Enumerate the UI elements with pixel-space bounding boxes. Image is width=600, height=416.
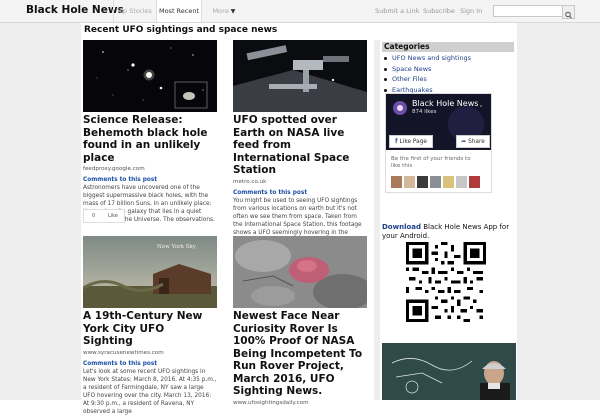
facebook-page-widget: Black Hole News 874 likes f Like Page ➦ …: [385, 93, 492, 193]
avatar[interactable]: [469, 176, 480, 188]
site-logo-title[interactable]: Black Hole News: [26, 4, 124, 16]
share-icon: ➦: [461, 138, 467, 145]
avatar[interactable]: [443, 176, 454, 188]
category-ufo-news[interactable]: UFO News and sightings: [383, 53, 471, 64]
comments-link[interactable]: Comments to this post: [83, 361, 217, 367]
facebook-friends-text: Be the first of your friends to like thi…: [391, 156, 471, 169]
post-source[interactable]: feedproxy.google.com: [83, 166, 217, 172]
post-source[interactable]: metro.co.uk: [233, 179, 367, 185]
post-title[interactable]: Newest Face Near Curiosity Rover Is 100%…: [233, 310, 367, 398]
avatar[interactable]: [430, 176, 441, 188]
left-gutter: [0, 23, 81, 400]
comments-link[interactable]: Comments to this post: [233, 190, 367, 196]
post-image-galaxy[interactable]: [83, 40, 217, 112]
post-card: UFO spotted over Earth on NASA live feed…: [233, 40, 367, 237]
submit-link[interactable]: Submit a Link: [375, 0, 419, 22]
sign-in-link[interactable]: Sign In: [460, 0, 482, 22]
post-card: Newest Face Near Curiosity Rover Is 100%…: [233, 236, 367, 406]
app-download-text: Download Black Hole News App for your An…: [382, 223, 512, 241]
category-space-news[interactable]: Space News: [383, 64, 471, 75]
post-title[interactable]: Science Release: Behemoth black hole fou…: [83, 114, 217, 164]
post-title[interactable]: UFO spotted over Earth on NASA live feed…: [233, 114, 367, 177]
right-gutter: [517, 23, 600, 400]
facebook-page-name[interactable]: Black Hole News: [412, 99, 478, 108]
image-caption: New York Sky: [157, 244, 197, 250]
chevron-down-icon: ▼: [230, 8, 236, 15]
post-source[interactable]: www.syracusenewtimes.com: [83, 350, 217, 356]
post-card: Science Release: Behemoth black hole fou…: [83, 40, 217, 224]
share-label: Share: [468, 139, 485, 145]
facebook-icon: f: [395, 138, 398, 145]
avatar[interactable]: [456, 176, 467, 188]
comments-link[interactable]: Comments to this post: [83, 177, 217, 183]
category-other-files[interactable]: Other Files: [383, 74, 471, 85]
like-page-label: Like Page: [399, 139, 427, 145]
search-icon: [565, 11, 572, 19]
facebook-likes-count: 874 likes: [412, 109, 437, 115]
column-divider: [374, 40, 380, 400]
like-count: 0: [92, 213, 96, 219]
sidebar-ad-image[interactable]: [382, 343, 516, 400]
post-card: New York Sky A 19th-Century New York Cit…: [83, 236, 217, 416]
subscribe-link[interactable]: Subscribe: [423, 0, 455, 22]
tab-more[interactable]: More ▼: [201, 0, 246, 22]
post-image-mars-rock[interactable]: [233, 236, 367, 308]
section-title: Recent UFO sightings and space news: [84, 25, 278, 35]
tab-most-recent[interactable]: Most Recent: [156, 0, 202, 22]
qr-code-image[interactable]: [406, 242, 486, 322]
tab-more-label: More: [212, 7, 229, 15]
categories-list: UFO News and sightings Space News Other …: [382, 53, 471, 95]
post-excerpt: You might be used to seeing UFO sighting…: [233, 197, 362, 236]
post-image-barn[interactable]: New York Sky: [83, 236, 217, 308]
post-excerpt: Let's look at some recent UFO sightings …: [83, 368, 217, 415]
facebook-like-page-button[interactable]: f Like Page: [389, 135, 433, 148]
post-title[interactable]: A 19th-Century New York City UFO Sightin…: [83, 310, 217, 348]
avatar[interactable]: [391, 176, 402, 188]
avatar[interactable]: [417, 176, 428, 188]
like-button[interactable]: Like: [108, 213, 118, 219]
avatar[interactable]: [404, 176, 415, 188]
facebook-banner[interactable]: Black Hole News 874 likes f Like Page ➦ …: [386, 94, 491, 150]
facebook-friend-avatars: [391, 173, 482, 192]
search-input[interactable]: [493, 5, 567, 17]
search-button[interactable]: [562, 5, 575, 19]
download-link[interactable]: Download: [382, 223, 421, 231]
facebook-share-button[interactable]: ➦ Share: [456, 135, 490, 148]
post-source[interactable]: www.ufosightingsdaily.com: [233, 400, 367, 406]
like-widget[interactable]: 0 Like: [83, 209, 125, 223]
categories-heading: Categories: [382, 42, 514, 52]
tab-top-stories[interactable]: Top Stories: [113, 0, 154, 22]
top-navigation-bar: Black Hole News Top Stories Most Recent …: [0, 0, 600, 23]
post-image-space-station[interactable]: [233, 40, 367, 112]
